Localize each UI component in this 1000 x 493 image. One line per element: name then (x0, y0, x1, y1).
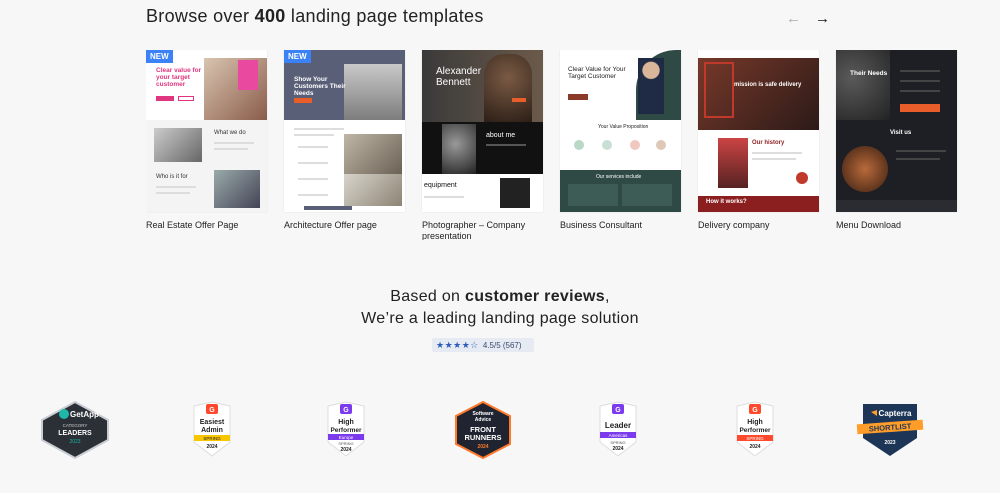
template-hero-text: Alexander Bennett (436, 66, 482, 88)
award-text: RUNNERS (464, 433, 501, 442)
award-text: 2023 (69, 439, 80, 445)
reviews-headline: Based on customer reviews, We’re a leadi… (0, 286, 1000, 330)
award-text: 2024 (340, 447, 351, 453)
svg-text:G: G (752, 407, 758, 414)
new-badge: NEW (284, 50, 311, 63)
template-card-menu-download[interactable]: Their Needs Visit us Menu Download (836, 50, 957, 231)
capterra-badge: Capterra SHORTLIST 2023 (855, 400, 925, 460)
award-text: Performer (739, 427, 771, 434)
software-advice-badge: Software Advice FRONT RUNNERS 2024 (448, 400, 518, 460)
award-text: GetApp (70, 410, 99, 419)
award-text: Admin (201, 427, 223, 434)
template-sub-text: Who is it for (156, 174, 188, 180)
award-text: 2024 (206, 444, 217, 450)
template-hero-text: mission is safe delivery (734, 82, 802, 88)
template-sub-text: Our history (752, 140, 785, 146)
template-hero-text: Their Needs (850, 70, 888, 77)
template-card-photographer[interactable]: Alexander Bennett about me equipment Pho… (422, 50, 543, 240)
template-title[interactable]: Real Estate Offer Page (146, 220, 267, 231)
g2-leader-americas-badge: G Leader Americas SPRING 2024 (583, 400, 653, 460)
award-text: High (747, 419, 763, 426)
template-title[interactable]: Photographer – Company presentation (422, 220, 543, 240)
template-card-business-consultant[interactable]: Clear Value for Your Target Customer You… (560, 50, 681, 231)
template-sub-text: How it works? (706, 199, 747, 205)
award-text: 2024 (477, 444, 488, 450)
award-text: Performer (330, 427, 362, 434)
reviews-line-1: Based on customer reviews, (390, 288, 610, 305)
award-text: SPRING (746, 436, 764, 441)
template-title[interactable]: Delivery company (698, 220, 819, 231)
award-text: High (338, 419, 354, 426)
template-card-real-estate[interactable]: NEW Clear value for your target customer… (146, 50, 267, 231)
template-sub-text: Visit us (890, 130, 912, 136)
template-hero-text: Clear Value for Your Target Customer (568, 66, 626, 80)
template-hero-text: Show Your Customers Their Needs (294, 76, 346, 97)
g2-easiest-admin-badge: G Easiest Admin SPRING 2024 (177, 400, 247, 460)
section-heading: Browse over 400 landing page templates (146, 6, 484, 26)
award-text: 2024 (612, 446, 623, 452)
svg-text:G: G (615, 407, 621, 414)
g2-high-performer-europe-badge: G High Performer Europe SPRING 2024 (311, 400, 381, 460)
template-title[interactable]: Architecture Offer page (284, 220, 405, 231)
template-thumbnail[interactable]: Clear Value for Your Target Customer You… (560, 50, 681, 212)
svg-text:G: G (209, 407, 215, 414)
award-text: CATEGORY (63, 423, 88, 428)
award-text: SPRING (338, 441, 353, 446)
rating-badge[interactable]: ★★★★☆ 4.5/5 (567) (432, 338, 534, 352)
awards-row: GetApp CATEGORY LEADERS 2023 G Easiest A… (0, 400, 1000, 464)
award-text: Easiest (200, 419, 225, 426)
award-text: LEADERS (58, 430, 92, 437)
award-text: Leader (605, 421, 631, 430)
template-thumbnail[interactable]: Their Needs Visit us (836, 50, 957, 212)
template-sub-text: about me (486, 132, 516, 139)
template-carousel: NEW Clear value for your target customer… (146, 50, 1000, 240)
award-text: SPRING (203, 436, 221, 441)
award-text: 2023 (884, 440, 895, 446)
template-title[interactable]: Business Consultant (560, 220, 681, 231)
g2-high-performer-badge: G High Performer SPRING 2024 (720, 400, 790, 460)
new-badge: NEW (146, 50, 173, 63)
arrow-right-icon[interactable]: → (815, 10, 830, 27)
template-sub-text: Your Value Proposition (598, 124, 649, 130)
award-text: Advice (475, 417, 492, 423)
template-card-delivery[interactable]: mission is safe delivery Our history How… (698, 50, 819, 231)
template-sub-text: What we do (214, 130, 246, 136)
template-title[interactable]: Menu Download (836, 220, 957, 231)
svg-text:G: G (343, 407, 349, 414)
award-text: 2024 (749, 444, 760, 450)
stars-icon: ★★★★☆ (436, 339, 479, 350)
reviews-line-2: We’re a leading landing page solution (361, 310, 639, 327)
template-thumbnail[interactable]: NEW Clear value for your target customer… (146, 50, 267, 212)
award-text: SPRING (610, 440, 625, 445)
rating-score: 4.5/5 (567) (482, 340, 522, 350)
award-text: Europe (339, 435, 354, 440)
award-text: Americas (609, 433, 629, 438)
template-thumbnail[interactable]: Alexander Bennett about me equipment (422, 50, 543, 212)
award-text: Capterra (879, 409, 912, 418)
getapp-badge: GetApp CATEGORY LEADERS 2023 (40, 400, 110, 460)
template-hero-text: Clear value for your target customer (156, 67, 202, 88)
arrow-left-icon[interactable]: ← (786, 10, 801, 27)
template-sub-text: equipment (424, 182, 457, 189)
template-thumbnail[interactable]: NEW Show Your Customers Their Needs (284, 50, 405, 212)
carousel-arrows: ← → (786, 10, 830, 27)
template-thumbnail[interactable]: mission is safe delivery Our history How… (698, 50, 819, 212)
template-sub-text: Our services include (596, 174, 642, 180)
template-card-architecture[interactable]: NEW Show Your Customers Their Needs Arch… (284, 50, 405, 231)
